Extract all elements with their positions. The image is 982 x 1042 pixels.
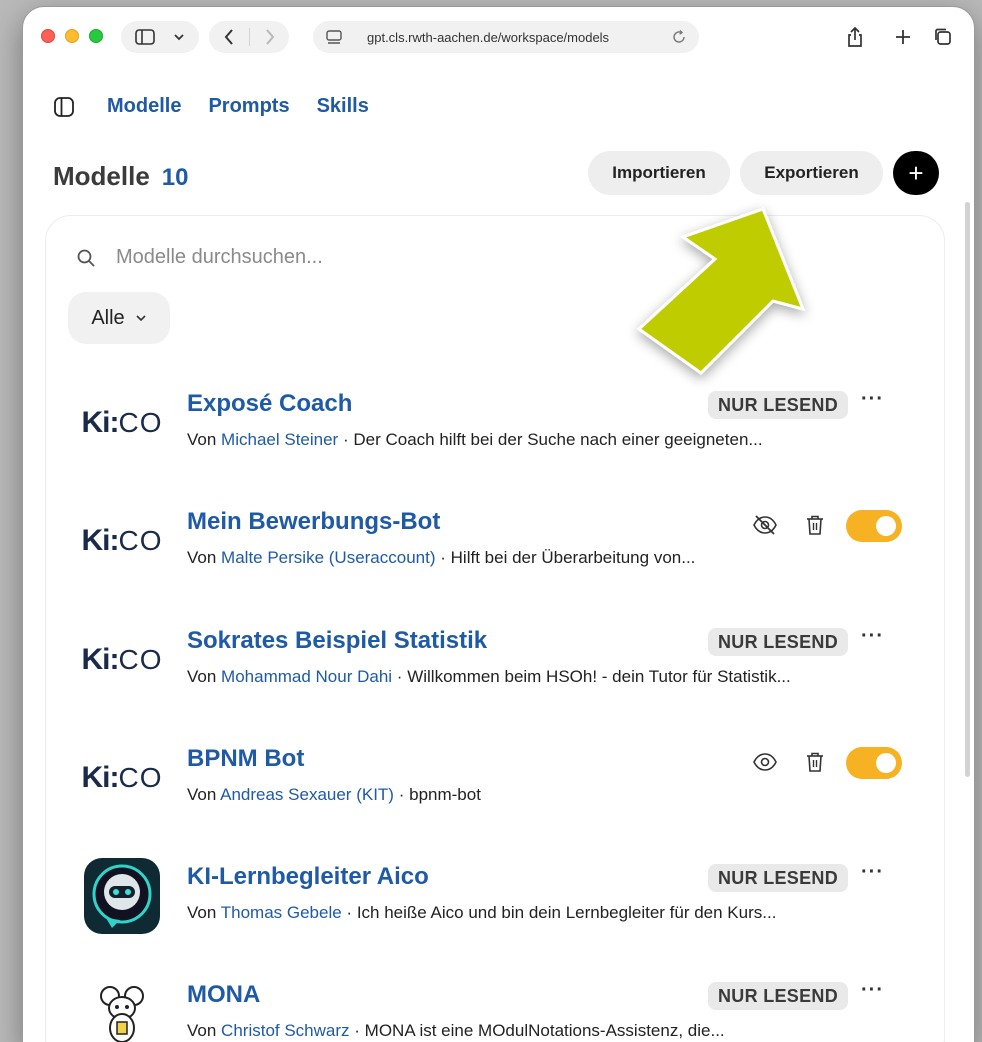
- plus-icon: [896, 30, 910, 44]
- hide-model-button[interactable]: [752, 512, 778, 538]
- model-description: MONA ist eine MOdulNotations-Assistenz, …: [364, 1021, 725, 1040]
- import-button[interactable]: Importieren: [588, 151, 730, 195]
- model-description: Willkommen beim HSOh! - dein Tutor für S…: [407, 667, 791, 686]
- eye-icon: [753, 753, 777, 771]
- sidebar-icon[interactable]: [53, 96, 75, 118]
- browser-toolbar: gpt.cls.rwth-aachen.de/workspace/models: [23, 7, 974, 67]
- zoom-window-button[interactable]: [89, 29, 103, 43]
- more-options-button[interactable]: ···: [861, 979, 884, 1002]
- model-author[interactable]: Malte Persike (Useraccount): [221, 548, 435, 567]
- mouse-avatar: [82, 979, 162, 1042]
- sidebar-icon: [135, 29, 155, 45]
- read-only-badge: NUR LESEND: [708, 982, 849, 1010]
- model-meta: Von Mohammad Nour Dahi · Willkommen beim…: [187, 667, 791, 686]
- tab-prompts[interactable]: Prompts: [208, 95, 289, 118]
- model-author[interactable]: Mohammad Nour Dahi: [221, 667, 392, 686]
- model-description: Hilft bei der Überarbeitung von...: [450, 548, 696, 567]
- model-description: bpnm-bot: [409, 785, 481, 804]
- delete-model-button[interactable]: [802, 512, 828, 538]
- chevron-down-icon: [136, 315, 146, 322]
- forward-icon[interactable]: [264, 28, 276, 46]
- filter-selected: Alle: [91, 306, 125, 329]
- model-author[interactable]: Christof Schwarz: [221, 1021, 349, 1040]
- more-options-button[interactable]: ···: [861, 625, 884, 648]
- chevron-down-icon: [174, 34, 184, 41]
- model-author[interactable]: Michael Steiner: [221, 430, 338, 449]
- share-icon: [848, 26, 862, 47]
- read-only-badge: NUR LESEND: [708, 628, 849, 656]
- tab-modelle[interactable]: Modelle: [107, 95, 181, 118]
- model-description: Der Coach hilft bei der Suche nach einer…: [353, 430, 763, 449]
- model-row[interactable]: KI-Lernbegleiter Aico Von Thomas Gebele …: [46, 847, 944, 947]
- enable-model-toggle[interactable]: [846, 510, 902, 542]
- kico-logo: Ki:CO: [81, 761, 163, 794]
- history-navigation: [209, 21, 289, 53]
- model-meta: Von Michael Steiner · Der Coach hilft be…: [187, 430, 763, 449]
- tab-overview-button[interactable]: [929, 23, 957, 51]
- page-heading: Modelle 10: [53, 161, 189, 192]
- browser-window: gpt.cls.rwth-aachen.de/workspace/models: [22, 6, 975, 1042]
- add-model-button[interactable]: +: [893, 151, 939, 195]
- reader-mode-icon[interactable]: [325, 29, 343, 45]
- model-name[interactable]: Mein Bewerbungs-Bot: [187, 508, 440, 536]
- more-options-button[interactable]: ···: [861, 861, 884, 884]
- model-row[interactable]: Ki:CO Mein Bewerbungs-Bot Von Malte Pers…: [46, 492, 944, 592]
- delete-model-button[interactable]: [802, 749, 828, 775]
- model-count: 10: [161, 164, 189, 191]
- share-button[interactable]: [841, 23, 869, 51]
- back-icon[interactable]: [223, 28, 235, 46]
- show-model-button[interactable]: [752, 749, 778, 775]
- model-name[interactable]: KI-Lernbegleiter Aico: [187, 863, 429, 891]
- trash-icon: [807, 752, 823, 772]
- model-name[interactable]: MONA: [187, 981, 260, 1009]
- sidebar-toggle-button[interactable]: [121, 21, 199, 53]
- tabs-icon: [935, 28, 951, 45]
- model-name[interactable]: BPNM Bot: [187, 745, 304, 773]
- search-bar: [76, 246, 616, 269]
- tab-skills[interactable]: Skills: [317, 95, 369, 118]
- model-name[interactable]: Exposé Coach: [187, 390, 352, 418]
- model-description: Ich heiße Aico und bin dein Lernbegleite…: [356, 903, 777, 922]
- model-row[interactable]: Ki:CO BPNM Bot Von Andreas Sexauer (KIT)…: [46, 729, 944, 829]
- kico-logo: Ki:CO: [81, 406, 163, 439]
- model-row[interactable]: Ki:CO Sokrates Beispiel Statistik Von Mo…: [46, 611, 944, 711]
- model-author[interactable]: Thomas Gebele: [221, 903, 342, 922]
- workspace-tabs: Modelle Prompts Skills: [53, 95, 396, 118]
- model-name[interactable]: Sokrates Beispiel Statistik: [187, 627, 487, 655]
- new-tab-button[interactable]: [889, 23, 917, 51]
- model-row[interactable]: MONA Von Christof Schwarz · MONA ist ein…: [46, 965, 944, 1042]
- url-text[interactable]: gpt.cls.rwth-aachen.de/workspace/models: [367, 30, 671, 45]
- annotation-arrow-icon: [636, 207, 806, 375]
- model-meta: Von Christof Schwarz · MONA ist eine MOd…: [187, 1021, 725, 1040]
- search-input[interactable]: [116, 246, 616, 269]
- enable-model-toggle[interactable]: [846, 747, 902, 779]
- more-options-button[interactable]: ···: [861, 388, 884, 411]
- minimize-window-button[interactable]: [65, 29, 79, 43]
- read-only-badge: NUR LESEND: [708, 864, 849, 892]
- model-meta: Von Malte Persike (Useraccount) · Hilft …: [187, 548, 696, 567]
- address-bar[interactable]: gpt.cls.rwth-aachen.de/workspace/models: [313, 21, 699, 53]
- filter-dropdown[interactable]: Alle: [68, 292, 170, 344]
- model-meta: Von Andreas Sexauer (KIT) · bpnm-bot: [187, 785, 481, 804]
- kico-logo: Ki:CO: [81, 643, 163, 676]
- trash-icon: [807, 515, 823, 535]
- reload-icon[interactable]: [671, 29, 687, 45]
- close-window-button[interactable]: [41, 29, 55, 43]
- robot-avatar: [82, 858, 162, 934]
- scrollbar[interactable]: [965, 202, 970, 777]
- eye-slash-icon: [753, 515, 777, 535]
- page-title: Modelle: [53, 161, 150, 191]
- model-meta: Von Thomas Gebele · Ich heiße Aico und b…: [187, 903, 777, 922]
- search-icon: [77, 249, 95, 267]
- kico-logo: Ki:CO: [81, 524, 163, 557]
- export-button[interactable]: Exportieren: [740, 151, 883, 195]
- model-author[interactable]: Andreas Sexauer (KIT): [220, 785, 394, 804]
